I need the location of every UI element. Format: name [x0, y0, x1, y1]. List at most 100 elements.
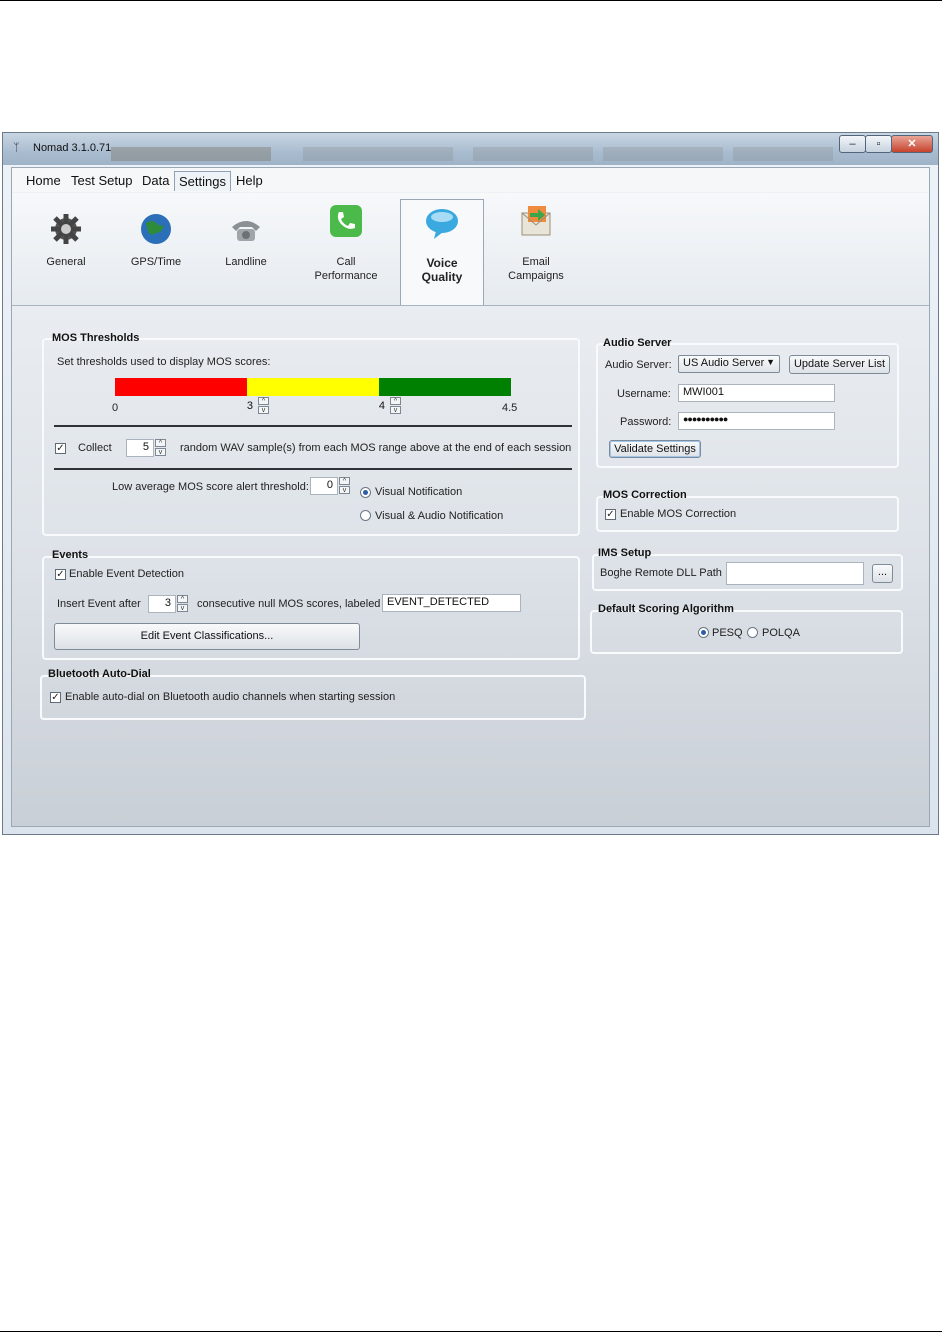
update-server-list-button[interactable]: Update Server List	[789, 355, 890, 374]
visual-audio-notification-radio[interactable]	[360, 510, 371, 521]
taskbar-ghost	[473, 147, 593, 161]
username-label: Username:	[617, 388, 671, 400]
collect-checkbox[interactable]: ✓	[55, 443, 66, 454]
event-detection-label: Enable Event Detection	[69, 568, 184, 580]
bluetooth-autodial-checkbox[interactable]: ✓	[50, 692, 61, 703]
tab-label: Email Campaigns	[508, 256, 564, 282]
insert-event-spinner[interactable]: ^ v	[177, 595, 188, 613]
antenna-icon: ᛉ	[13, 142, 20, 154]
dll-path-label: Boghe Remote DLL Path	[600, 567, 722, 579]
group-title: Audio Server	[603, 337, 672, 349]
menu-data[interactable]: Data	[138, 171, 173, 191]
threshold1-input[interactable]: 3	[224, 398, 258, 416]
taskbar-ghost	[733, 147, 833, 161]
group-title: Events	[52, 549, 89, 561]
mos-scale-min: 0	[112, 402, 119, 414]
tab-landline[interactable]: Landline	[204, 199, 288, 305]
mos-range-mid	[247, 378, 379, 396]
group-title: IMS Setup	[598, 547, 652, 559]
mos-range-low	[115, 378, 247, 396]
app-window: ᛉ Nomad 3.1.0.71 – ▫ ✕ Home Test Setup D…	[2, 132, 939, 835]
mos-correction-checkbox[interactable]: ✓	[605, 509, 616, 520]
tab-label: Landline	[225, 256, 267, 268]
threshold1-spinner[interactable]: ^ v	[258, 397, 269, 415]
event-detection-checkbox[interactable]: ✓	[55, 569, 66, 580]
group-title: MOS Correction	[603, 489, 687, 501]
divider	[54, 468, 572, 470]
taskbar-ghost	[603, 147, 723, 161]
alert-threshold-input[interactable]: 0	[310, 477, 338, 495]
mos-scale-max: 4.5	[502, 402, 518, 414]
polqa-label: POLQA	[762, 627, 800, 639]
audio-server-select[interactable]: US Audio Server ▼	[678, 355, 780, 373]
tab-gps-time[interactable]: GPS/Time	[114, 199, 198, 305]
consecutive-label: consecutive null MOS scores, labeled	[197, 598, 381, 610]
visual-audio-notification-label: Visual & Audio Notification	[375, 510, 504, 522]
tab-label: Voice Quality	[421, 256, 463, 284]
pesq-label: PESQ	[712, 627, 743, 639]
menu-bar: Home Test Setup Data Settings Help	[12, 168, 929, 192]
telephone-icon	[232, 221, 260, 241]
tab-label: GPS/Time	[130, 256, 182, 268]
browse-button[interactable]: ...	[872, 564, 893, 583]
validate-settings-button[interactable]: Validate Settings	[609, 440, 701, 458]
taskbar-ghost	[303, 147, 453, 161]
client-area: Home Test Setup Data Settings Help Gener…	[11, 167, 930, 827]
visual-notification-label: Visual Notification	[375, 486, 463, 498]
username-input[interactable]: MWI001	[678, 384, 835, 402]
collect-count-input[interactable]: 5	[126, 439, 154, 457]
pesq-radio[interactable]	[698, 627, 709, 638]
tab-general[interactable]: General	[24, 199, 108, 305]
alert-threshold-spinner[interactable]: ^ v	[339, 477, 350, 495]
minimize-button[interactable]: –	[839, 135, 866, 153]
close-button[interactable]: ✕	[891, 135, 933, 153]
taskbar-ghost	[111, 147, 271, 161]
audio-server-value: US Audio Server	[683, 357, 765, 369]
bluetooth-autodial-label: Enable auto-dial on Bluetooth audio chan…	[65, 691, 396, 703]
threshold2-spinner[interactable]: ^ v	[390, 397, 401, 415]
tab-voice-quality[interactable]: Voice Quality	[400, 199, 484, 305]
collect-label: Collect	[78, 442, 112, 454]
settings-ribbon: General GPS/Time Landline Call Performan…	[12, 193, 929, 306]
insert-event-count-input[interactable]: 3	[148, 595, 176, 613]
tab-email-campaigns[interactable]: Email Campaigns	[494, 199, 578, 305]
title-bar[interactable]: ᛉ Nomad 3.1.0.71 – ▫ ✕	[3, 133, 938, 165]
maximize-button[interactable]: ▫	[865, 135, 892, 153]
password-label: Password:	[620, 416, 672, 428]
divider	[54, 425, 572, 427]
email-icon	[521, 206, 551, 236]
mos-description: Set thresholds used to display MOS score…	[57, 356, 271, 368]
window-title: Nomad 3.1.0.71	[33, 142, 112, 154]
group-title: MOS Thresholds	[52, 332, 140, 344]
tab-label: Call Performance	[314, 256, 378, 282]
edit-event-classifications-button[interactable]: Edit Event Classifications...	[54, 623, 360, 650]
menu-home[interactable]: Home	[22, 171, 65, 191]
collect-count-spinner[interactable]: ^ v	[155, 439, 166, 457]
globe-icon	[141, 214, 171, 244]
threshold2-input[interactable]: 4	[356, 398, 390, 416]
page-top-rule	[0, 0, 942, 1]
audio-server-label: Audio Server:	[605, 359, 672, 371]
menu-settings[interactable]: Settings	[174, 171, 231, 191]
tab-call-performance[interactable]: Call Performance	[304, 199, 388, 305]
gear-icon	[51, 214, 81, 244]
page-bottom-rule	[0, 1331, 942, 1332]
event-label-input[interactable]: EVENT_DETECTED	[382, 594, 521, 612]
password-input[interactable]: ●●●●●●●●●●	[678, 412, 835, 430]
group-title: Bluetooth Auto-Dial	[48, 668, 151, 680]
dll-path-input[interactable]	[726, 562, 864, 585]
tab-label: General	[46, 256, 86, 268]
group-title: Default Scoring Algorithm	[598, 603, 734, 615]
polqa-radio[interactable]	[747, 627, 758, 638]
chevron-down-icon: ▼	[766, 357, 775, 367]
mos-range-high	[379, 378, 511, 396]
menu-help[interactable]: Help	[232, 171, 267, 191]
alert-threshold-label: Low average MOS score alert threshold:	[112, 481, 309, 493]
collect-suffix: random WAV sample(s) from each MOS range…	[180, 442, 572, 454]
speech-bubble-icon	[426, 209, 458, 239]
phone-app-icon	[330, 205, 362, 237]
mos-correction-label: Enable MOS Correction	[620, 508, 737, 520]
visual-notification-radio[interactable]	[360, 487, 371, 498]
insert-event-label: Insert Event after	[57, 598, 141, 610]
menu-test-setup[interactable]: Test Setup	[67, 171, 136, 191]
